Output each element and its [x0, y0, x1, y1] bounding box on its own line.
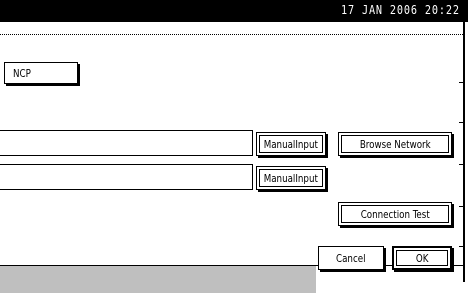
cancel-label: Cancel	[336, 251, 366, 265]
protocol-ncp-label: NCP	[13, 66, 31, 80]
ok-button[interactable]: OK	[392, 246, 452, 270]
network-settings-panel: NCP ManualInput Browse Network ManualInp…	[0, 22, 465, 293]
manual-input-label-1: ManualInput	[263, 137, 319, 151]
footer-button-area	[316, 266, 463, 293]
manual-input-label-2: ManualInput	[263, 171, 319, 185]
browse-network-label: Browse Network	[359, 137, 431, 151]
path-field-2[interactable]	[0, 164, 253, 190]
status-bar: 17 JAN 2006 20:22	[0, 0, 468, 22]
manual-input-button-2[interactable]: ManualInput	[256, 166, 326, 190]
cancel-button[interactable]: Cancel	[318, 246, 384, 270]
ok-label: OK	[415, 251, 429, 265]
path-field-1[interactable]	[0, 130, 253, 156]
manual-input-button-1[interactable]: ManualInput	[256, 132, 326, 156]
protocol-ncp-button[interactable]: NCP	[4, 62, 78, 84]
datetime-display: 17 JAN 2006 20:22	[341, 3, 460, 17]
connection-test-label: Connection Test	[360, 207, 430, 221]
browse-network-button[interactable]: Browse Network	[338, 132, 452, 156]
scroll-indicator	[459, 82, 463, 247]
connection-test-button[interactable]: Connection Test	[338, 202, 452, 226]
panel-header	[0, 22, 463, 35]
